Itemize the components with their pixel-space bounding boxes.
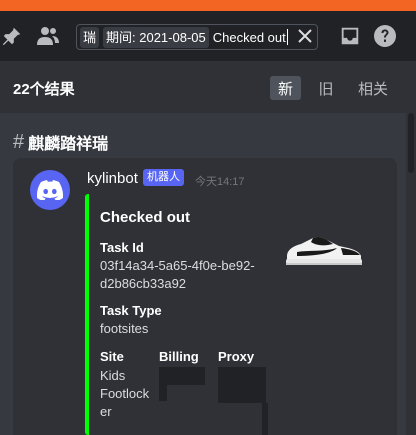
results-count: 22个结果 [13, 81, 75, 98]
sort-tab-relevant[interactable]: 相关 [352, 76, 394, 100]
text-caret [286, 29, 288, 45]
channel-hash-icon: # [13, 130, 25, 153]
pin-icon[interactable] [0, 24, 24, 48]
members-icon[interactable] [36, 24, 60, 48]
inbox-icon[interactable] [338, 24, 362, 48]
search-results-header: 22个结果 新 旧 相关 [0, 61, 416, 113]
embed-field-site-value-line1: Kids [100, 368, 126, 383]
embed-title: Checked out [100, 209, 191, 226]
bot-avatar[interactable] [30, 170, 70, 210]
search-chip-during[interactable]: 期间: 2021-08-05 [103, 26, 209, 48]
window-accent-bar [0, 0, 416, 11]
channel-name: 麒麟踏祥瑞 [28, 136, 109, 153]
bot-badge: 机器人 [143, 169, 184, 186]
results-scrollbar[interactable] [406, 113, 416, 435]
search-input[interactable]: 瑞 期间: 2021-08-05 Checked out [76, 24, 318, 50]
embed-field-task-id-value-line1: 03f14a34-5a65-4f0e-be92- [100, 258, 255, 273]
help-icon[interactable] [373, 24, 397, 48]
embed-field-site-value-line2: Footlock [100, 386, 150, 401]
embed-field-proxy-label: Proxy [218, 349, 255, 364]
embed-field-task-id-value-line2: d2b86cb33a92 [100, 276, 187, 291]
embed-field-task-id-label: Task Id [100, 240, 144, 255]
embed-field-site-label: Site [100, 349, 124, 364]
scrollbar-thumb[interactable] [408, 113, 414, 173]
proxy-redaction [218, 367, 266, 403]
clear-search-icon[interactable] [293, 24, 317, 48]
embed-field-billing-label: Billing [159, 349, 199, 364]
sneaker-thumbnail[interactable] [283, 226, 365, 270]
embed-field-task-type-label: Task Type [100, 303, 162, 318]
search-query-text: Checked out [212, 29, 286, 45]
billing-redaction-2 [159, 385, 167, 401]
embed-field-task-type-value: footsites [100, 321, 149, 336]
message-author[interactable]: kylinbot [87, 170, 138, 187]
sort-tab-newest[interactable]: 新 [270, 76, 301, 100]
search-chip-channel[interactable]: 瑞 [80, 26, 100, 48]
proxy-redaction-2 [262, 403, 268, 435]
discord-logo-icon [37, 180, 63, 200]
billing-redaction [159, 367, 205, 385]
sort-tab-oldest[interactable]: 旧 [312, 76, 340, 100]
channel-heading[interactable]: # 麒麟踏祥瑞 [13, 130, 108, 154]
embed-field-site-value-line3: er [100, 404, 112, 419]
message-timestamp: 今天14:17 [195, 176, 245, 188]
toolbar: 瑞 期间: 2021-08-05 Checked out [0, 11, 416, 61]
